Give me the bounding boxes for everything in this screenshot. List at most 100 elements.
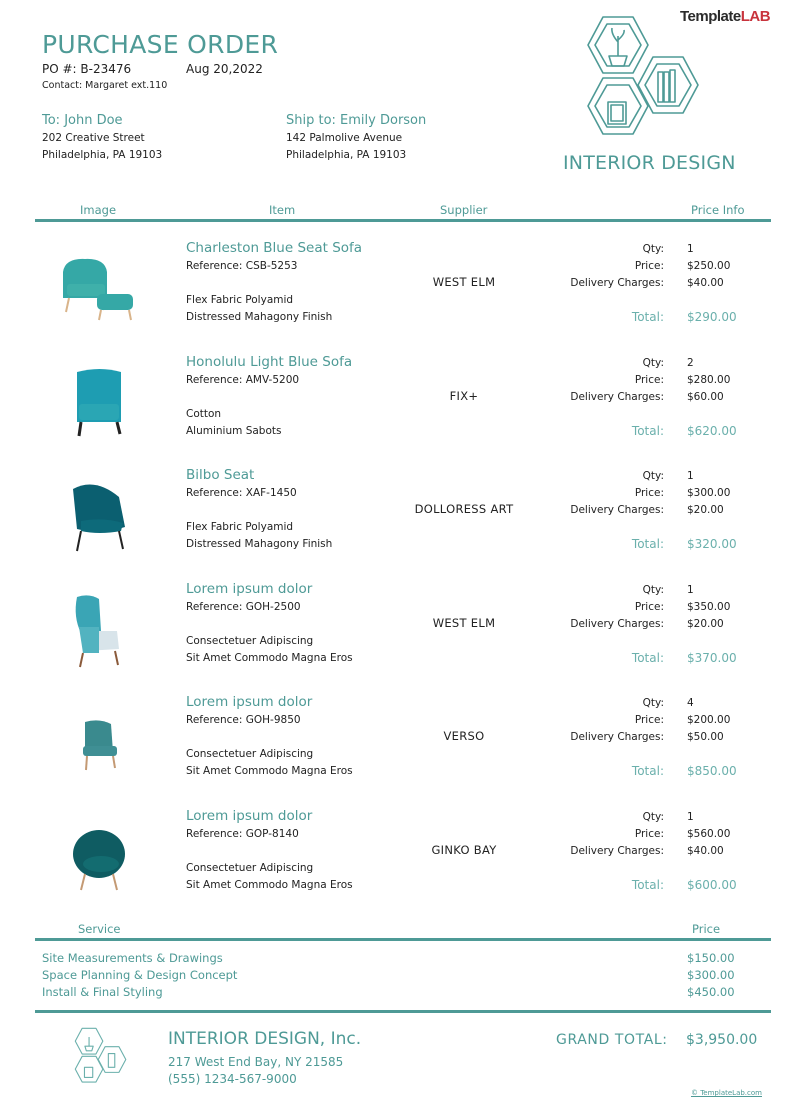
qty-value: 1 [687, 243, 694, 255]
qty-value: 1 [687, 811, 694, 823]
item-supplier: WEST ELM [432, 275, 496, 289]
item-supplier: DOLLORESS ART [414, 502, 514, 517]
total-label: Total: [631, 310, 664, 324]
item-row: Honolulu Light Blue Sofa Reference: AMV-… [0, 354, 790, 468]
item-reference: Reference: CSB-5253 [186, 260, 298, 272]
item-name: Bilbo Seat [186, 467, 255, 484]
delivery-value: $40.00 [687, 845, 724, 857]
ship-to-address-line1: 142 Palmolive Avenue [286, 132, 403, 144]
total-value: $320.00 [687, 537, 737, 552]
service-name: Install & Final Styling [42, 985, 163, 999]
item-row: Lorem ipsum dolor Reference: GOH-2500 Co… [0, 581, 790, 695]
item-detail-2: Distressed Mahagony Finish [186, 311, 333, 323]
delivery-label: Delivery Charges: [570, 277, 664, 289]
service-price: $450.00 [687, 985, 735, 999]
item-reference: Reference: GOH-2500 [186, 600, 301, 613]
service-price: $300.00 [687, 968, 735, 982]
footer-company-address: 217 West End Bay, NY 21585 [168, 1055, 344, 1069]
total-value: $850.00 [687, 764, 737, 779]
footer-divider [35, 1010, 771, 1013]
item-reference: Reference: GOH-9850 [186, 714, 301, 727]
total-label: Total: [631, 423, 664, 438]
total-value: $370.00 [687, 650, 737, 665]
total-label: Total: [631, 878, 664, 892]
price-value: $560.00 [687, 828, 731, 840]
item-name: Lorem ipsum dolor [186, 580, 313, 597]
qty-value: 4 [687, 697, 694, 710]
item-row: Bilbo Seat Reference: XAF-1450 Flex Fabr… [0, 467, 790, 581]
item-detail-2: Aluminium Sabots [186, 424, 282, 437]
price-label: Price: [634, 828, 664, 840]
delivery-label: Delivery Charges: [570, 617, 664, 630]
item-supplier: WEST ELM [432, 615, 496, 630]
item-reference: Reference: GOP-8140 [186, 828, 299, 840]
qty-label: Qty: [642, 470, 664, 483]
qty-label: Qty: [642, 583, 664, 596]
delivery-label: Delivery Charges: [570, 390, 664, 403]
delivery-value: $20.00 [687, 617, 724, 630]
po-number: PO #: B-23476 [42, 62, 132, 76]
item-detail-2: Sit Amet Commodo Magna Eros [186, 879, 353, 891]
item-supplier: FIX+ [449, 388, 479, 403]
total-label: Total: [631, 537, 664, 552]
service-name: Site Measurements & Drawings [42, 951, 223, 965]
product-image-slipper-chair [83, 720, 117, 771]
item-detail-1: Cotton [186, 407, 222, 420]
item-supplier: VERSO [443, 729, 485, 744]
item-reference: Reference: XAF-1450 [186, 487, 297, 500]
item-reference: Reference: AMV-5200 [186, 373, 300, 386]
delivery-value: $60.00 [687, 390, 724, 403]
logo-text-lab: LAB [740, 8, 771, 25]
contact: Contact: Margaret ext.110 [42, 80, 168, 91]
bill-to-name: To: John Doe [42, 113, 123, 128]
price-value: $200.00 [687, 714, 731, 727]
footer-company-phone: (555) 1234-567-9000 [168, 1072, 297, 1086]
templatelab-credit-link[interactable]: © TemplateLab.com [691, 1089, 762, 1097]
total-value: $620.00 [687, 423, 737, 438]
delivery-label: Delivery Charges: [570, 845, 664, 857]
item-detail-1: Flex Fabric Polyamid [186, 521, 294, 534]
price-label: Price: [634, 373, 664, 386]
item-detail-2: Distressed Mahagony Finish [186, 538, 333, 551]
services-divider [35, 938, 771, 941]
column-header-service-price: Price [692, 922, 721, 936]
product-image-egg-chair [73, 830, 125, 891]
total-label: Total: [631, 764, 664, 779]
product-image-tub-chair [77, 368, 122, 436]
ship-to-address-line2: Philadelphia, PA 19103 [286, 149, 407, 161]
price-label: Price: [634, 487, 664, 500]
item-row: Charleston Blue Seat Sofa Reference: CSB… [0, 240, 790, 354]
column-header-item: Item [269, 203, 296, 217]
item-detail-2: Sit Amet Commodo Magna Eros [186, 651, 353, 664]
qty-value: 1 [687, 470, 694, 483]
delivery-label: Delivery Charges: [570, 731, 664, 744]
column-header-image: Image [80, 203, 117, 217]
header-divider [35, 219, 771, 222]
total-value: $290.00 [687, 310, 737, 324]
footer-company-name: INTERIOR DESIGN, Inc. [168, 1029, 362, 1049]
price-label: Price: [634, 600, 664, 613]
column-header-supplier: Supplier [440, 203, 488, 217]
price-value: $350.00 [687, 600, 731, 613]
service-name: Space Planning & Design Concept [42, 968, 238, 982]
item-detail-1: Flex Fabric Polyamid [186, 294, 294, 306]
price-label: Price: [634, 714, 664, 727]
item-name: Charleston Blue Seat Sofa [186, 240, 363, 256]
hexagon-shelves-icon [587, 16, 699, 135]
grand-total-label: GRAND TOTAL: [556, 1032, 668, 1048]
order-date: Aug 20,2022 [186, 62, 263, 76]
qty-label: Qty: [642, 697, 664, 710]
item-supplier: GINKO BAY [431, 843, 497, 857]
product-image-wingback-chair [75, 595, 119, 668]
item-row: Lorem ipsum dolor Reference: GOP-8140 Co… [0, 808, 790, 922]
footer-hexagon-logo-icon [74, 1027, 127, 1083]
item-detail-1: Consectetuer Adipiscing [186, 748, 314, 761]
bill-to-address-line1: 202 Creative Street [42, 132, 145, 144]
ship-to-name: Ship to: Emily Dorson [286, 113, 427, 128]
page-title: PURCHASE ORDER [42, 30, 279, 59]
price-value: $250.00 [687, 260, 731, 272]
price-label: Price: [634, 260, 664, 272]
item-detail-1: Consectetuer Adipiscing [186, 634, 314, 647]
qty-label: Qty: [642, 356, 664, 369]
product-image-armchair-with-ottoman [63, 258, 133, 321]
